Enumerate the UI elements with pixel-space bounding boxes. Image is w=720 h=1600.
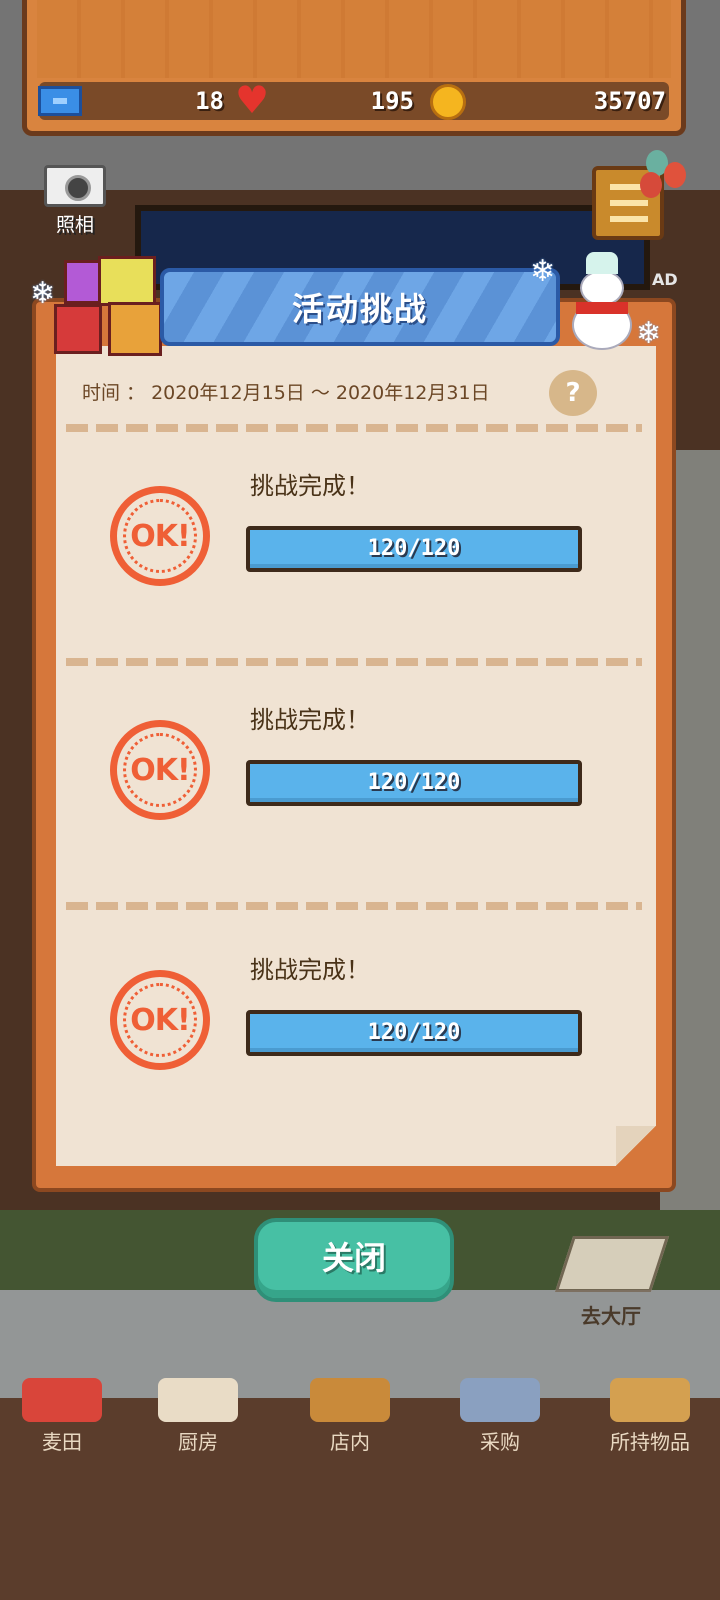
ticket-counter: 18 — [90, 82, 224, 120]
divider — [66, 424, 642, 432]
challenge-item: OK! 挑战完成！ 120/120 — [64, 700, 644, 880]
nav-label: 店内 — [330, 1430, 370, 1454]
divider — [66, 902, 642, 910]
coin-count: 35707 — [593, 87, 666, 115]
close-button[interactable]: 关闭 — [254, 1218, 454, 1302]
ok-stamp-icon: OK! — [110, 486, 210, 586]
ticket-count: 18 — [195, 87, 224, 115]
go-to-hall-button[interactable] — [554, 1228, 670, 1298]
modal-title: 活动挑战 — [291, 290, 428, 328]
divider — [66, 658, 642, 666]
camera-label[interactable]: 照相 — [40, 210, 110, 237]
nav-item-purchase[interactable]: 采购 — [440, 1378, 560, 1518]
ok-stamp-text: OK! — [130, 1002, 190, 1038]
wood-texture — [37, 0, 671, 78]
nav-item-inventory[interactable]: 所持物品 — [590, 1378, 710, 1518]
balloons-icon[interactable] — [640, 150, 690, 220]
go-to-hall-label[interactable]: 去大厅 — [566, 1300, 656, 1329]
inventory-icon — [610, 1378, 690, 1422]
coin-counter: 35707 — [470, 82, 666, 120]
snowflake-icon: ❄ — [636, 316, 662, 351]
kitchen-icon — [158, 1378, 238, 1422]
coin-icon — [430, 84, 466, 120]
camera-icon[interactable] — [44, 165, 106, 207]
nav-item-shop[interactable]: 店内 — [290, 1378, 410, 1518]
heart-counter: 195 — [280, 82, 414, 120]
challenge-progress-text: 120/120 — [367, 536, 461, 561]
snowflake-icon: ❄ — [30, 276, 56, 311]
nav-item-kitchen[interactable]: 厨房 — [138, 1378, 258, 1518]
nav-label: 采购 — [480, 1430, 520, 1454]
event-time-range: 时间 ： 2020年12月15日 ～ 2020年12月31日 — [82, 382, 490, 404]
nav-label: 厨房 — [178, 1430, 218, 1454]
snowflake-icon: ❄ — [530, 254, 556, 289]
challenge-progress-text: 120/120 — [367, 770, 461, 795]
nav-label: 麦田 — [42, 1430, 82, 1454]
tongs-tray-icon — [554, 1236, 670, 1292]
purchase-icon — [460, 1378, 540, 1422]
wheat-field-icon — [22, 1378, 102, 1422]
challenge-progress-bar: 120/120 — [246, 1010, 582, 1056]
modal-title-banner: 活动挑战 — [160, 268, 560, 346]
shop-icon — [310, 1378, 390, 1422]
challenge-status-label: 挑战完成！ — [250, 706, 370, 734]
nav-label: 所持物品 — [610, 1430, 690, 1454]
ok-stamp-text: OK! — [130, 518, 190, 554]
heart-count: 195 — [370, 87, 414, 115]
help-button[interactable]: ? — [549, 370, 597, 416]
ticket-icon — [38, 86, 82, 116]
bottom-nav: 麦田 厨房 店内 采购 所持物品 — [0, 1378, 720, 1600]
nav-item-wheat-field[interactable]: 麦田 — [2, 1378, 122, 1518]
ad-label: AD — [652, 270, 678, 289]
ok-stamp-icon: OK! — [110, 720, 210, 820]
challenge-item: OK! 挑战完成！ 120/120 — [64, 466, 644, 646]
challenge-status-label: 挑战完成！ — [250, 956, 370, 984]
challenge-progress-bar: 120/120 — [246, 760, 582, 806]
ok-stamp-icon: OK! — [110, 970, 210, 1070]
challenge-status-label: 挑战完成！ — [250, 472, 370, 500]
heart-icon: ♥ — [234, 78, 270, 122]
ok-stamp-text: OK! — [130, 752, 190, 788]
challenge-progress-text: 120/120 — [367, 1020, 461, 1045]
challenge-progress-bar: 120/120 — [246, 526, 582, 572]
challenge-item: OK! 挑战完成！ 120/120 — [64, 950, 644, 1130]
snowman-icon — [566, 248, 640, 352]
